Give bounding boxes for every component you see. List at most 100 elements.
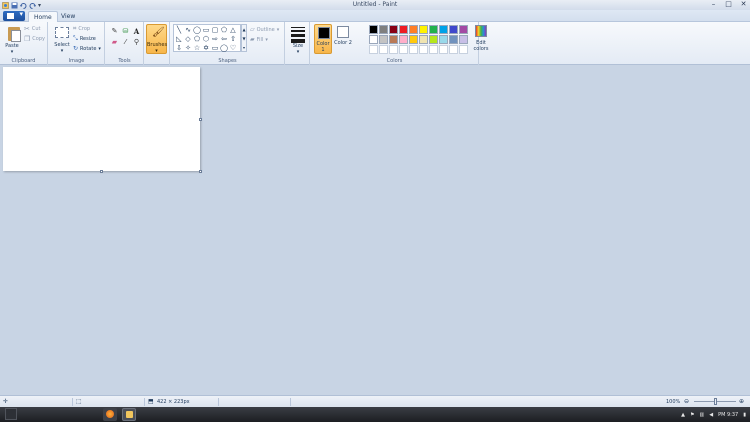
show-desktop-icon[interactable]: ▮ <box>743 412 746 418</box>
fill-button[interactable]: ▰ Fill ▾ <box>250 36 268 43</box>
action-center-flag-icon[interactable]: ⚑ <box>690 412 694 418</box>
magnifier-icon[interactable]: ⚲ <box>132 38 141 47</box>
palette-color-swatch[interactable] <box>459 25 468 34</box>
color-picker-icon[interactable]: ⁄ <box>121 38 130 47</box>
palette-color-swatch[interactable] <box>399 25 408 34</box>
polygon-shape-icon[interactable]: ⬠ <box>220 26 228 34</box>
palette-color-swatch[interactable] <box>429 35 438 44</box>
callout-rounded-shape-icon[interactable]: ▭ <box>211 44 219 52</box>
chevron-up-icon[interactable]: ▲ <box>242 25 246 34</box>
palette-color-swatch[interactable] <box>389 25 398 34</box>
zoom-in-button[interactable]: ⊕ <box>739 397 744 407</box>
shapes-scroll-buttons[interactable]: ▲ ▼ ▾ <box>241 24 247 52</box>
palette-color-swatch[interactable] <box>399 45 408 54</box>
resize-handle-right[interactable] <box>199 118 202 121</box>
palette-color-swatch[interactable] <box>409 35 418 44</box>
four-point-star-shape-icon[interactable]: ✧ <box>184 44 192 52</box>
drawing-canvas[interactable] <box>3 67 200 171</box>
palette-color-swatch[interactable] <box>369 45 378 54</box>
line-shape-icon[interactable]: ╲ <box>175 26 183 34</box>
six-point-star-shape-icon[interactable]: ✡ <box>202 44 210 52</box>
palette-color-swatch[interactable] <box>409 45 418 54</box>
palette-color-swatch[interactable] <box>419 45 428 54</box>
palette-color-swatch[interactable] <box>459 45 468 54</box>
color2-button[interactable]: Color 2 <box>334 24 352 54</box>
heart-shape-icon[interactable]: ♡ <box>229 44 237 52</box>
rectangle-shape-icon[interactable]: ▭ <box>202 26 210 34</box>
resize-handle-corner[interactable] <box>199 170 202 173</box>
outline-button[interactable]: ▱ Outline ▾ <box>250 26 279 33</box>
network-icon[interactable]: ▥ <box>699 412 704 418</box>
triangle-shape-icon[interactable]: △ <box>229 26 237 34</box>
right-triangle-shape-icon[interactable]: ◺ <box>175 35 183 43</box>
palette-color-swatch[interactable] <box>429 45 438 54</box>
palette-color-swatch[interactable] <box>449 35 458 44</box>
hexagon-shape-icon[interactable]: ⬡ <box>202 35 210 43</box>
maximize-button[interactable]: □ <box>724 1 733 8</box>
diamond-shape-icon[interactable]: ◇ <box>184 35 192 43</box>
fill-bucket-icon[interactable]: ⛁ <box>121 27 130 36</box>
resize-button[interactable]: ⤡ Resize <box>73 35 96 43</box>
down-arrow-shape-icon[interactable]: ⇩ <box>175 44 183 52</box>
palette-color-swatch[interactable] <box>389 35 398 44</box>
palette-color-swatch[interactable] <box>439 25 448 34</box>
palette-color-swatch[interactable] <box>369 25 378 34</box>
chevron-down-icon[interactable]: ▼ <box>242 34 246 43</box>
paste-button[interactable]: Paste ▾ <box>2 23 22 55</box>
clipboard-group: Paste ▾ ✂ Cut ❐ Copy Clipboard <box>0 22 48 65</box>
firefox-icon[interactable] <box>103 408 117 421</box>
text-tool-icon[interactable]: A <box>132 27 141 36</box>
curve-shape-icon[interactable]: ∿ <box>184 26 192 34</box>
edit-colors-button[interactable]: Edit colors <box>473 25 489 55</box>
palette-color-swatch[interactable] <box>409 25 418 34</box>
palette-color-swatch[interactable] <box>429 25 438 34</box>
palette-color-swatch[interactable] <box>419 25 428 34</box>
tab-view[interactable]: View <box>56 11 80 22</box>
palette-color-swatch[interactable] <box>399 35 408 44</box>
canvas-workspace[interactable] <box>0 65 750 395</box>
resize-handle-bottom[interactable] <box>100 170 103 173</box>
color1-label: Color 1 <box>316 41 330 53</box>
pencil-icon[interactable]: ✎ <box>110 27 119 36</box>
eraser-icon[interactable]: ▰ <box>110 38 119 47</box>
right-arrow-shape-icon[interactable]: ⇨ <box>211 35 219 43</box>
start-button[interactable] <box>5 408 17 420</box>
select-button[interactable]: Select ▾ <box>51 23 73 55</box>
palette-color-swatch[interactable] <box>389 45 398 54</box>
close-button[interactable]: ✕ <box>739 1 748 8</box>
cut-button[interactable]: ✂ Cut <box>24 25 41 33</box>
palette-color-swatch[interactable] <box>459 35 468 44</box>
palette-color-swatch[interactable] <box>369 35 378 44</box>
copy-button[interactable]: ❐ Copy <box>24 35 45 43</box>
expand-gallery-icon[interactable]: ▾ <box>242 43 246 52</box>
paint-menu-button[interactable] <box>3 10 25 21</box>
volume-icon[interactable]: ◀ <box>709 412 713 418</box>
crop-button[interactable]: ⌗ Crop <box>73 25 90 33</box>
show-hidden-icons-icon[interactable]: ▲ <box>681 412 685 418</box>
five-point-star-shape-icon[interactable]: ☆ <box>193 44 201 52</box>
palette-color-swatch[interactable] <box>439 45 448 54</box>
oval-shape-icon[interactable]: ◯ <box>193 26 201 34</box>
palette-color-swatch[interactable] <box>379 45 388 54</box>
palette-color-swatch[interactable] <box>379 35 388 44</box>
rotate-button[interactable]: ↻ Rotate ▾ <box>73 45 101 52</box>
palette-color-swatch[interactable] <box>379 25 388 34</box>
rounded-rectangle-shape-icon[interactable]: ▢ <box>211 26 219 34</box>
zoom-out-button[interactable]: ⊖ <box>684 397 689 407</box>
clock[interactable]: PM 9:37 <box>718 412 738 418</box>
minimize-button[interactable]: – <box>709 1 718 8</box>
pentagon-shape-icon[interactable]: ⬠ <box>193 35 201 43</box>
palette-color-swatch[interactable] <box>439 35 448 44</box>
tab-home[interactable]: Home <box>28 11 58 22</box>
zoom-slider-thumb[interactable] <box>714 398 717 405</box>
color1-button[interactable]: Color 1 <box>314 24 332 54</box>
paint-taskbar-icon[interactable] <box>122 408 136 421</box>
callout-oval-shape-icon[interactable]: ◯ <box>220 44 228 52</box>
palette-color-swatch[interactable] <box>419 35 428 44</box>
brushes-button[interactable]: 🖌 Brushes ▾ <box>146 24 167 54</box>
palette-color-swatch[interactable] <box>449 45 458 54</box>
palette-color-swatch[interactable] <box>449 25 458 34</box>
left-arrow-shape-icon[interactable]: ⇦ <box>220 35 228 43</box>
up-arrow-shape-icon[interactable]: ⇧ <box>229 35 237 43</box>
size-button[interactable]: Size ▾ <box>287 23 309 55</box>
